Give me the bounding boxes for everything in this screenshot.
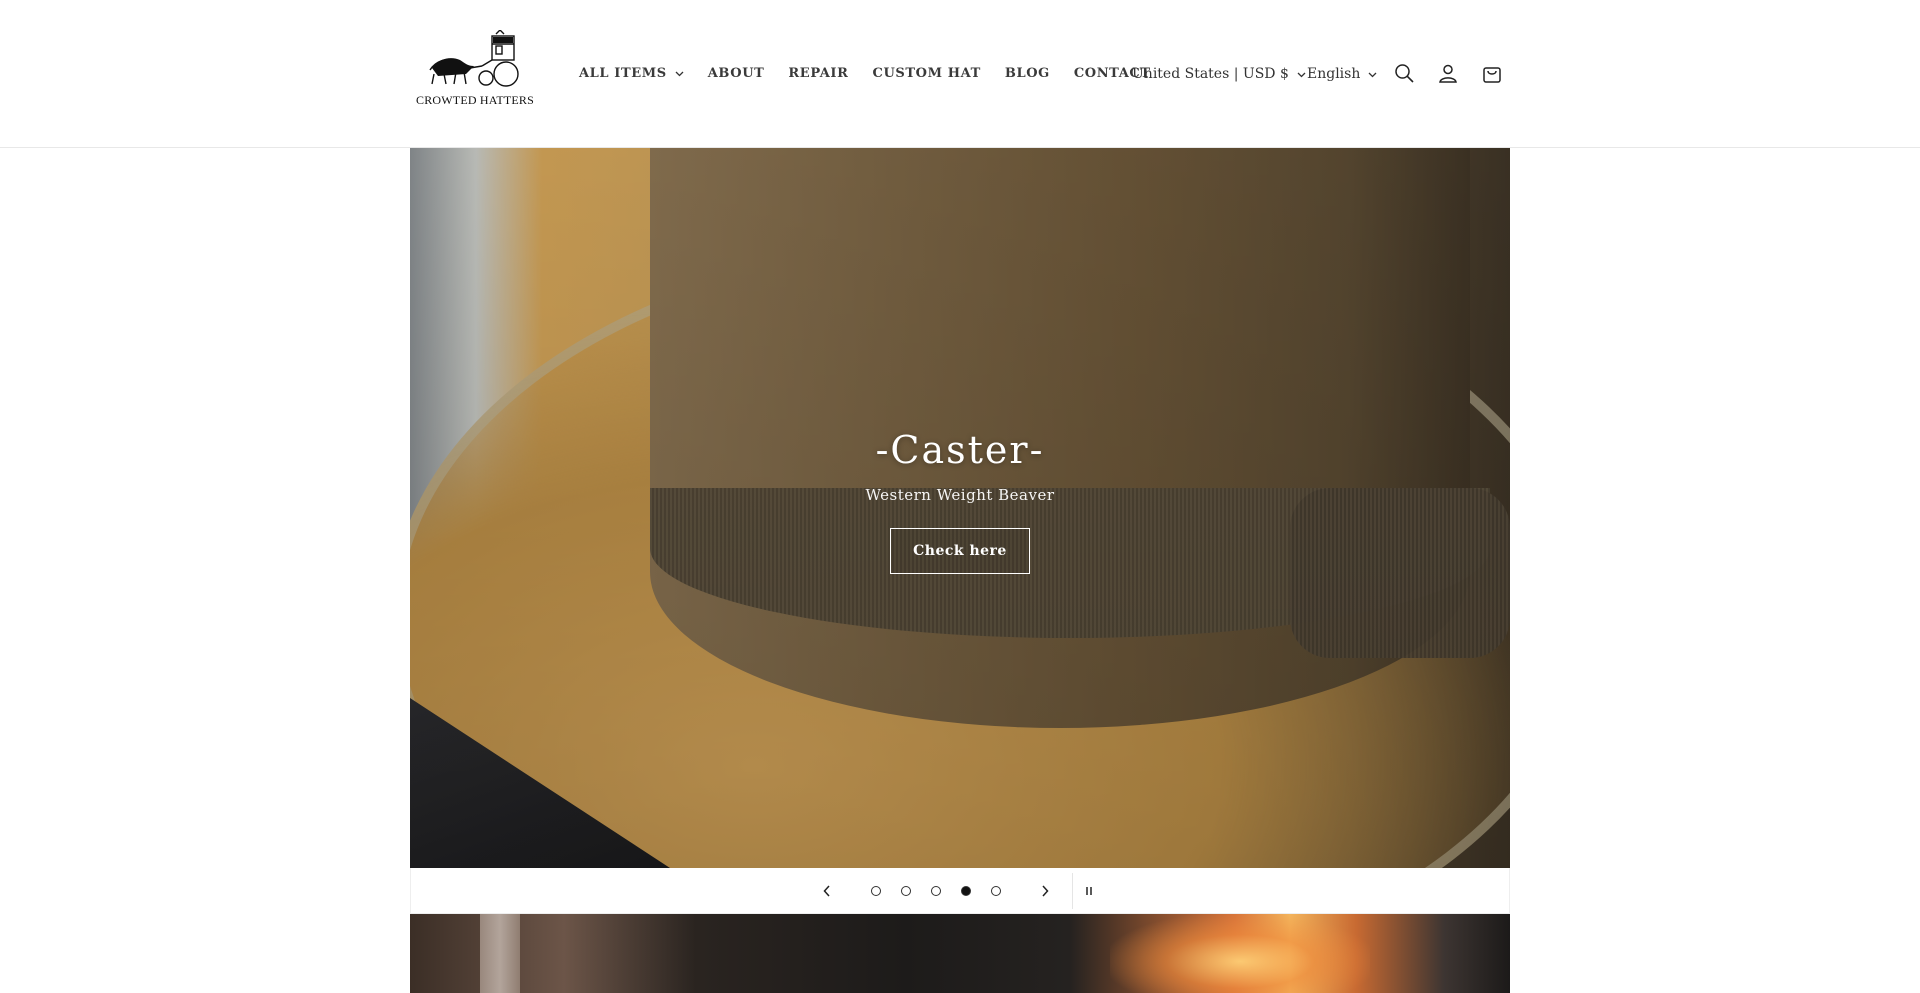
chevron-down-icon: [675, 66, 684, 81]
chevron-down-icon: [1297, 66, 1306, 82]
controls-divider: [1072, 873, 1073, 909]
prev-arrow-icon[interactable]: [815, 879, 839, 903]
nav-about[interactable]: ABOUT: [708, 66, 765, 81]
cart-icon[interactable]: [1479, 60, 1505, 86]
hero-content: -Caster- Western Weight Beaver Check her…: [410, 428, 1510, 574]
nav-all-items-label: ALL ITEMS: [579, 65, 667, 81]
account-icon[interactable]: [1435, 60, 1461, 86]
hero-title: -Caster-: [875, 428, 1045, 472]
pause-icon[interactable]: [1077, 879, 1101, 903]
slide-dot-3[interactable]: [931, 886, 941, 896]
language-selector[interactable]: English: [1307, 62, 1377, 86]
hero-subtitle: Western Weight Beaver: [865, 486, 1055, 504]
nav-custom-hat[interactable]: CUSTOM HAT: [873, 66, 981, 81]
slide-dot-2[interactable]: [901, 886, 911, 896]
check-here-button[interactable]: Check here: [890, 528, 1030, 574]
next-section-image: [410, 914, 1510, 993]
search-icon[interactable]: [1391, 60, 1417, 86]
carriage-logo-icon: [429, 30, 519, 87]
slider-controls: [410, 868, 1510, 914]
logo-link[interactable]: CROWTED HATTERS: [412, 30, 538, 110]
bedpost-shape: [480, 914, 520, 993]
slide-dot-1[interactable]: [871, 886, 881, 896]
country-selector[interactable]: United States | USD $: [1132, 62, 1306, 86]
nav-blog[interactable]: BLOG: [1005, 66, 1050, 81]
language-selector-label: English: [1307, 66, 1361, 82]
next-arrow-icon[interactable]: [1033, 879, 1057, 903]
nav-all-items[interactable]: ALL ITEMS: [579, 66, 684, 81]
logo-text: CROWTED HATTERS: [416, 93, 534, 107]
main-nav: ALL ITEMS ABOUT REPAIR CUSTOM HAT BLOG C…: [579, 62, 1175, 84]
fire-glow: [1110, 914, 1370, 993]
chevron-down-icon: [1368, 66, 1377, 82]
slide-dot-5[interactable]: [991, 886, 1001, 896]
site-header: CROWTED HATTERS ALL ITEMS ABOUT REPAIR C…: [0, 0, 1920, 148]
nav-repair[interactable]: REPAIR: [788, 66, 848, 81]
slide-dot-4[interactable]: [961, 886, 971, 896]
country-selector-label: United States | USD $: [1132, 66, 1289, 82]
hero-slideshow: -Caster- Western Weight Beaver Check her…: [410, 148, 1510, 868]
